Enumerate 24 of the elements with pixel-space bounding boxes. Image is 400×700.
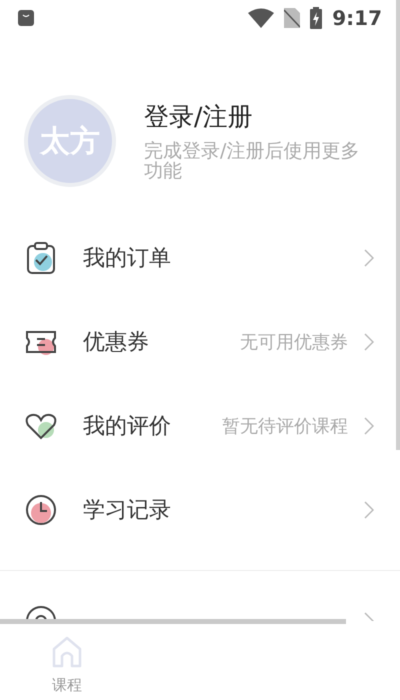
- clock-icon: [24, 493, 58, 527]
- menu-label: 优惠券: [83, 328, 149, 356]
- chevron-right-icon: [364, 501, 374, 519]
- menu-item[interactable]: 优惠券 无可用优惠券: [0, 300, 400, 384]
- menu-item[interactable]: 我的评价 暂无待评价课程: [0, 384, 400, 468]
- status-time: 9:17: [332, 5, 382, 32]
- chevron-right-icon: [364, 333, 374, 351]
- no-sim-icon: [284, 8, 300, 28]
- menu-label: 我的评价: [83, 412, 171, 440]
- menu-item[interactable]: 我的订单: [0, 216, 400, 300]
- menu-note: 暂无待评价课程: [222, 414, 348, 438]
- menu-note: 无可用优惠券: [240, 330, 348, 354]
- app-notification-icon: [18, 10, 34, 26]
- menu-label: 学习记录: [83, 496, 171, 524]
- battery-charging-icon: [310, 7, 322, 29]
- chevron-right-icon: [364, 249, 374, 267]
- login-hint: 完成登录/注册后使用更多功能: [144, 141, 360, 181]
- login-title[interactable]: 登录/注册: [144, 101, 378, 133]
- home-icon: [51, 636, 83, 668]
- clipboard-icon: [24, 241, 58, 275]
- wifi-icon: [248, 8, 274, 28]
- menu-item[interactable]: 学习记录: [0, 468, 400, 552]
- menu-label: 我的订单: [83, 244, 171, 272]
- chevron-right-icon: [364, 417, 374, 435]
